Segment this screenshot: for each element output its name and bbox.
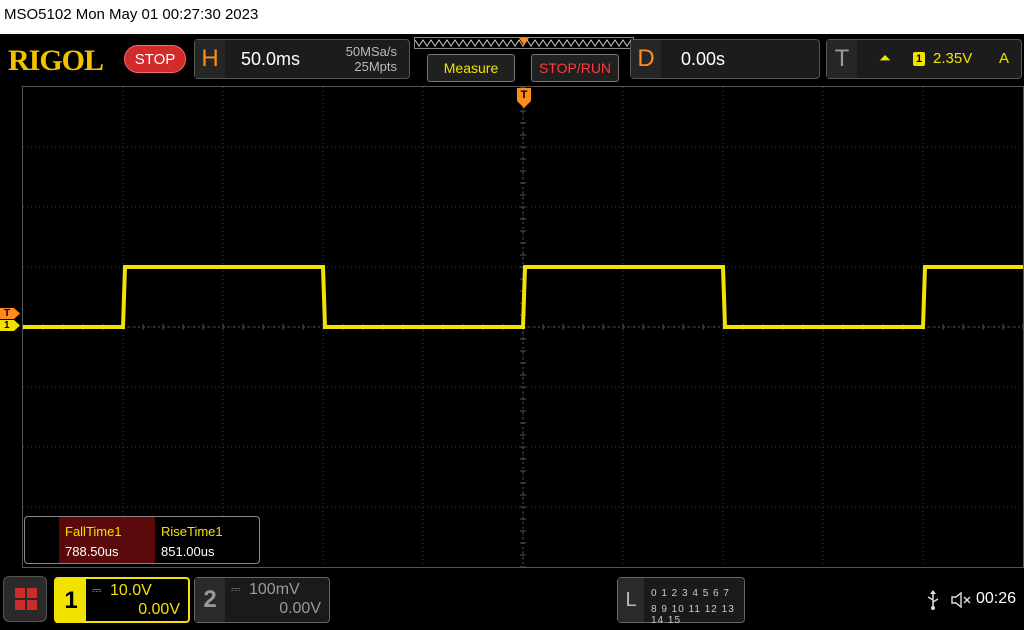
dc-coupling-icon: ⎓	[231, 582, 241, 596]
logic-label: L	[618, 578, 644, 622]
trigger-source-badge: 1	[913, 52, 925, 66]
memory-depth: 25Mpts	[354, 59, 397, 74]
logic-analyzer-settings[interactable]: L 0 1 2 3 4 5 6 7 8 9 10 11 12 13 14 15	[617, 577, 745, 626]
graticule	[23, 87, 1023, 567]
measurement-value: 788.50us	[65, 544, 119, 559]
rising-edge-icon: ⏶	[879, 50, 892, 67]
trigger-mode: A	[999, 50, 1010, 67]
channel2-offset: 0.00V	[279, 600, 321, 617]
usb-icon	[927, 590, 939, 610]
waveform-display[interactable]	[22, 86, 1024, 568]
delay-label: D	[631, 40, 661, 78]
dc-coupling-icon: ⎓	[92, 583, 102, 597]
channel2-scale: 100mV	[249, 581, 300, 598]
channel1-waveform	[23, 265, 1023, 329]
channel2-label: 2	[195, 578, 225, 622]
measurement-falltime[interactable]: FallTime1 788.50us	[59, 517, 155, 563]
channel1-settings[interactable]: 1 ⎓ 10.0V 0.00V	[54, 577, 190, 623]
horizontal-label: H	[195, 40, 225, 78]
trigger-level: 2.35V	[933, 50, 973, 67]
measurement-name: RiseTime1	[161, 524, 223, 539]
run-state-badge[interactable]: STOP	[124, 45, 186, 73]
logic-channels-row1: 0 1 2 3 4 5 6 7	[651, 588, 730, 599]
timebase-value: 50.0ms	[241, 49, 301, 69]
trigger-position-marker	[519, 38, 529, 45]
measurement-name: FallTime1	[65, 524, 122, 539]
measurement-value: 851.00us	[161, 544, 215, 559]
speaker-muted-icon[interactable]	[950, 590, 972, 610]
channel1-scale: 10.0V	[110, 582, 152, 599]
logic-channels-row2: 8 9 10 11 12 13 14 15	[651, 604, 735, 626]
measure-button[interactable]: Measure	[427, 54, 515, 82]
measurement-panel[interactable]: FallTime1 788.50us RiseTime1 851.00us	[24, 516, 260, 564]
sample-rate: 50MSa/s	[345, 44, 397, 59]
bottom-bar: 1 ⎓ 10.0V 0.00V 2 ⎓ 100mV 0.00V L 0 1 2 …	[0, 570, 1024, 630]
trigger-level-marker[interactable]: T	[0, 308, 20, 319]
trigger-label: T	[827, 40, 857, 78]
clock: 00:26	[976, 590, 1017, 607]
status-line: MSO5102 Mon May 01 00:27:30 2023	[0, 0, 1024, 34]
delay-settings[interactable]: D 0.00s	[630, 39, 820, 79]
channel1-offset: 0.00V	[138, 601, 180, 618]
delay-value: 0.00s	[681, 49, 726, 69]
horizontal-settings[interactable]: H 50.0ms 50MSa/s 25Mpts	[194, 39, 410, 79]
trigger-position-bar	[414, 37, 634, 49]
rigol-logo: RIGOL	[8, 44, 104, 77]
main-menu-icon[interactable]	[3, 576, 47, 622]
channel2-settings[interactable]: 2 ⎓ 100mV 0.00V	[194, 577, 330, 623]
channel1-label: 1	[56, 579, 86, 623]
trigger-settings[interactable]: T ⏶ 1 2.35V A	[826, 39, 1022, 79]
header-bar: RIGOL STOP H 50.0ms 50MSa/s 25Mpts Measu…	[0, 34, 1024, 86]
stop-run-button[interactable]: STOP/RUN	[531, 54, 619, 82]
channel1-offset-marker[interactable]: 1	[0, 320, 20, 331]
measurement-risetime[interactable]: RiseTime1 851.00us	[155, 517, 251, 563]
